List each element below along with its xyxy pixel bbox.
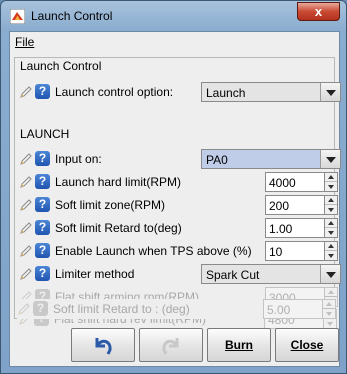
pencil-icon[interactable] [19,267,33,281]
field-label: Launch control option: [55,85,174,99]
launch-control-group: Launch Control LAUNCH ? Launch control o… [14,57,341,319]
help-icon[interactable]: ? [35,266,50,281]
spinner-value[interactable]: 4000 [265,172,325,192]
row-input-on: ? Input on: PA0 [19,149,341,169]
row-limiter-method: ? Limiter method Spark Cut [19,264,341,284]
spinner-value: 3000 [265,287,325,307]
spinner-value[interactable]: 1.00 [265,218,325,238]
pencil-icon[interactable] [19,244,33,258]
pencil-icon [20,291,32,303]
field-label: Limiter method [55,267,135,281]
help-icon: ? [35,289,50,304]
spinner-up-icon [324,310,336,319]
field-label: Flat shift arming rpm(RPM) [55,290,200,304]
field-label: Input on: [55,152,102,166]
spinner-up-icon[interactable] [325,219,337,228]
spinner-up-icon[interactable] [325,242,337,251]
spinner-down-icon [325,297,337,306]
help-icon[interactable]: ? [35,197,50,212]
spinner-down-icon [324,319,336,328]
field-label: Soft limit Retard to(deg) [55,221,182,235]
spinner-down-icon[interactable] [325,228,337,237]
help-icon[interactable]: ? [35,174,50,189]
chevron-down-icon[interactable] [320,265,340,283]
dropdown-value: Launch [206,86,246,100]
help-icon[interactable]: ? [35,243,50,258]
app-icon [10,9,25,24]
pencil-icon [19,313,31,325]
field-label: Launch hard limit(RPM) [55,175,182,189]
spinner-up-icon[interactable] [325,173,337,182]
spinner-value: 4800 [264,309,324,329]
soft-limit-retard-spinner[interactable]: 1.00 [265,218,339,238]
spinner-buttons [325,172,338,192]
dropdown-value: PA0 [206,153,228,167]
spinner-value[interactable]: 200 [265,195,325,215]
launch-hard-limit-spinner[interactable]: 4000 [265,172,339,192]
field-label: Flat shift hard rev limit(RPM) [54,312,207,326]
soft-limit-zone-spinner[interactable]: 200 [265,195,339,215]
pencil-icon[interactable] [19,152,33,166]
row-flat-shift-hard-rev: ? Flat shift hard rev limit(RPM) 4800 [18,309,337,329]
launch-control-option-dropdown[interactable]: Launch [201,82,341,102]
group-title: Launch Control [20,59,102,73]
menu-bar: File [10,32,339,53]
chevron-down-icon[interactable] [320,83,340,101]
spinner-down-icon[interactable] [325,205,337,214]
field-label: Soft limit zone(RPM) [55,198,166,212]
menu-file-label: File [15,35,35,49]
row-soft-limit-zone: ? Soft limit zone(RPM) 200 [19,195,338,215]
pencil-icon[interactable] [19,221,33,235]
title-bar: Launch Control x [1,1,346,31]
pencil-icon[interactable] [19,85,33,99]
input-on-dropdown[interactable]: PA0 [201,149,341,169]
spinner-buttons [325,218,338,238]
spinner-buttons [325,195,338,215]
row-soft-limit-retard: ? Soft limit Retard to(deg) 1.00 [19,218,338,238]
window-title: Launch Control [31,9,113,23]
limiter-method-dropdown[interactable]: Spark Cut [201,264,341,284]
help-icon[interactable]: ? [35,220,50,235]
flat-shift-arming-spinner: 3000 [265,287,339,307]
pencil-icon[interactable] [19,198,33,212]
window-close-button[interactable]: x [297,2,340,21]
spinner-buttons [324,309,337,329]
spinner-up-icon [325,288,337,297]
spinner-value[interactable]: 10 [265,241,325,261]
help-icon[interactable]: ? [35,84,50,99]
section-label-launch: LAUNCH [20,127,70,141]
pencil-icon[interactable] [19,175,33,189]
help-icon: ? [34,311,49,326]
spinner-up-icon[interactable] [325,196,337,205]
spinner-buttons [325,287,338,307]
row-launch-hard-limit: ? Launch hard limit(RPM) 4000 [19,172,338,192]
chevron-down-icon[interactable] [320,150,340,168]
spinner-down-icon[interactable] [325,182,337,191]
field-label: Enable Launch when TPS above (%) [55,244,252,258]
menu-file[interactable]: File [15,35,34,49]
spinner-buttons [325,241,338,261]
enable-launch-tps-spinner[interactable]: 10 [265,241,339,261]
flat-shift-hard-rev-spinner: 4800 [264,309,338,329]
row-flat-shift-arming: ? Flat shift arming rpm(RPM) 3000 [19,287,338,307]
client-area: File Launch Control LAUNCH ? Launch cont… [9,31,341,367]
launch-control-window: Launch Control x File Launch Control LAU… [0,0,347,374]
dropdown-value: Spark Cut [206,268,260,282]
help-icon[interactable]: ? [35,151,50,166]
row-enable-launch-tps: ? Enable Launch when TPS above (%) 10 [19,241,338,261]
row-launch-control-option: ? Launch control option: Launch [19,82,341,102]
spinner-down-icon[interactable] [325,251,337,260]
